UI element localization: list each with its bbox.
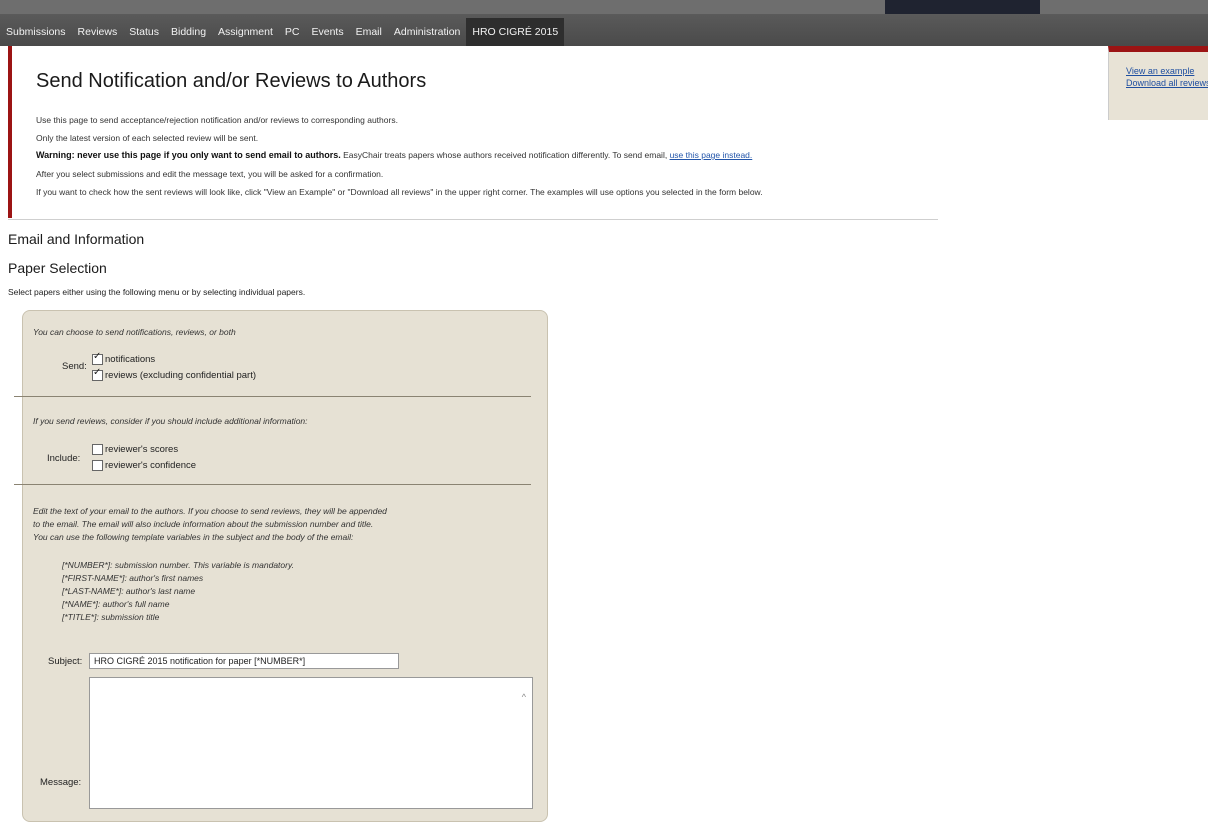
subject-label: Subject: [48,656,83,667]
reviews-checkbox[interactable] [92,367,103,381]
email-info-heading: Email and Information [8,231,145,247]
warning-text: EasyChair treats papers whose authors re… [340,150,670,160]
nav-assignment[interactable]: Assignment [212,18,279,46]
nav-reviews[interactable]: Reviews [72,18,124,46]
view-example-link[interactable]: View an example [1126,66,1208,76]
send-reviews-option[interactable]: reviews (excluding confidential part) [92,367,257,381]
include-note: If you send reviews, consider if you sho… [33,416,308,426]
edit-note-1: Edit the text of your email to the autho… [33,506,387,516]
use-this-page-link[interactable]: use this page instead. [670,150,753,160]
reviews-label: reviews (excluding confidential part) [105,370,257,381]
include-scores-option[interactable]: reviewer's scores [92,444,178,455]
nav-conference[interactable]: HRO CIGRÉ 2015 [466,18,565,46]
confidence-label: reviewer's confidence [105,460,197,471]
intro-line-5: If you want to check how the sent review… [36,187,763,197]
variable-number: [*NUMBER*]: submission number. This vari… [62,560,294,570]
intro-line-4: After you select submissions and edit th… [36,169,384,179]
scores-label: reviewer's scores [105,444,179,455]
right-links-box: View an example Download all reviews [1108,46,1208,120]
nav-administration[interactable]: Administration [388,18,467,46]
nav-bidding[interactable]: Bidding [165,18,212,46]
send-notifications-option[interactable]: notifications [92,351,156,365]
paper-selection-note: Select papers either using the following… [8,287,306,297]
edit-note-2: to the email. The email will also includ… [33,519,374,529]
include-confidence-option[interactable]: reviewer's confidence [92,460,196,471]
page-title: Send Notification and/or Reviews to Auth… [36,70,427,92]
download-reviews-link[interactable]: Download all reviews [1126,78,1208,88]
scores-checkbox[interactable] [92,444,103,455]
include-label: Include: [47,453,81,464]
top-bar: Submissions Reviews Status Bidding Assig… [0,0,1208,46]
nav-status[interactable]: Status [123,18,165,46]
form-divider-2 [14,484,531,485]
scroll-up-icon[interactable]: ^ [522,692,526,702]
top-dark-block [885,0,1040,14]
nav-pc[interactable]: PC [279,18,306,46]
send-label: Send: [62,361,87,372]
intro-line-1: Use this page to send acceptance/rejecti… [36,115,398,125]
variable-last-name: [*LAST-NAME*]: author's last name [62,586,196,596]
notifications-label: notifications [105,354,156,365]
header-divider [8,219,938,220]
main-nav: Submissions Reviews Status Bidding Assig… [0,18,565,46]
notifications-checkbox[interactable] [92,351,103,365]
edit-note-3: You can use the following template varia… [33,532,354,542]
form-divider-1 [14,396,531,397]
warning-line: Warning: never use this page if you only… [36,150,752,160]
choose-note: You can choose to send notifications, re… [33,327,236,337]
variable-title: [*TITLE*]: submission title [62,612,160,622]
variable-first-name: [*FIRST-NAME*]: author's first names [62,573,204,583]
warning-bold: Warning: never use this page if you only… [36,150,341,160]
nav-submissions[interactable]: Submissions [0,18,72,46]
nav-email[interactable]: Email [350,18,388,46]
confidence-checkbox[interactable] [92,460,103,471]
intro-line-2: Only the latest version of each selected… [36,133,259,143]
nav-events[interactable]: Events [305,18,349,46]
message-textarea[interactable]: ^ [89,677,533,809]
paper-selection-heading: Paper Selection [8,260,107,276]
variable-name: [*NAME*]: author's full name [62,599,170,609]
message-label: Message: [40,777,82,788]
subject-input[interactable] [89,653,399,669]
